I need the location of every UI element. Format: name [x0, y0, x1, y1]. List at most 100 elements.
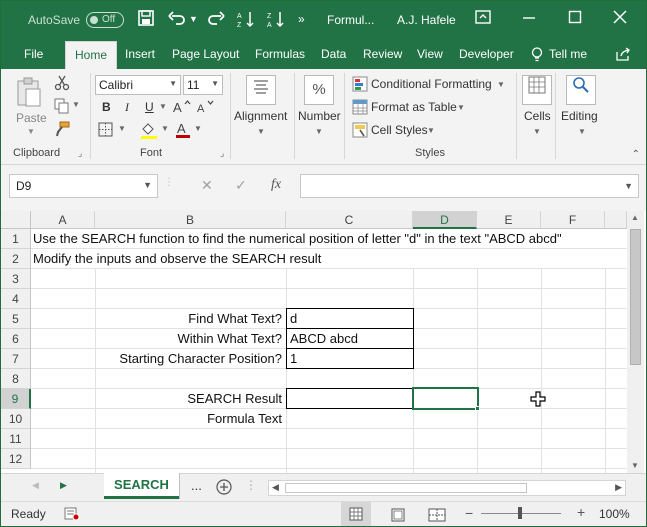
format-as-table-button[interactable]: Format as Table — [371, 100, 457, 114]
scroll-down-icon[interactable]: ▼ — [631, 461, 639, 470]
decrease-font-size-icon[interactable]: A — [197, 99, 215, 118]
number-dropdown-icon[interactable]: ▼ — [315, 127, 323, 136]
horizontal-scroll-thumb[interactable] — [285, 483, 527, 493]
scroll-right-icon[interactable]: ▶ — [615, 482, 622, 493]
minimize-icon[interactable] — [522, 10, 536, 29]
font-size-select[interactable]: 11 ▼ — [183, 75, 223, 95]
user-name[interactable]: A.J. Hafele — [397, 13, 456, 27]
cell-b10[interactable]: Formula Text — [95, 409, 282, 429]
paste-icon[interactable] — [15, 77, 43, 112]
editing-button[interactable]: Editing — [561, 109, 598, 123]
formula-input[interactable]: ▼ — [300, 174, 639, 198]
expand-formula-bar-icon[interactable]: ▼ — [624, 181, 633, 191]
redo-icon[interactable] — [207, 10, 225, 31]
cell-c7[interactable]: 1 — [290, 349, 297, 369]
fill-color-icon[interactable] — [140, 121, 158, 142]
enter-icon[interactable]: ✓ — [235, 177, 247, 194]
zoom-level[interactable]: 100% — [599, 507, 630, 521]
column-header-a[interactable]: A — [31, 211, 95, 229]
alignment-dropdown-icon[interactable]: ▼ — [257, 127, 265, 136]
cell-c5[interactable]: d — [290, 309, 297, 329]
row-header-8[interactable]: 8 — [1, 369, 31, 389]
cell-b9[interactable]: SEARCH Result — [95, 389, 282, 409]
cell-styles-button[interactable]: Cell Styles — [371, 123, 428, 137]
zoom-slider-handle[interactable] — [518, 507, 522, 519]
paste-button[interactable]: Paste — [16, 111, 47, 125]
share-icon[interactable] — [615, 47, 631, 64]
row-header-12[interactable]: 12 — [1, 449, 31, 469]
tab-insert[interactable]: Insert — [125, 47, 155, 61]
row-header-7[interactable]: 7 — [1, 349, 31, 369]
cells-dropdown-icon[interactable]: ▼ — [533, 127, 541, 136]
name-box[interactable]: D9 ▼ — [9, 174, 158, 198]
column-header-f[interactable]: F — [541, 211, 605, 229]
editing-dropdown-icon[interactable]: ▼ — [578, 127, 586, 136]
close-icon[interactable] — [613, 10, 627, 29]
conditional-formatting-button[interactable]: Conditional Formatting — [371, 77, 492, 91]
sheet-prev-icon[interactable]: ◀ — [32, 480, 39, 491]
insert-function-button[interactable]: fx — [271, 177, 281, 193]
active-cell-d9[interactable] — [412, 387, 479, 410]
column-header-d[interactable]: D — [413, 211, 477, 229]
percent-icon[interactable]: % — [304, 75, 334, 105]
copy-dropdown-icon[interactable]: ▼ — [72, 100, 80, 109]
row-header-2[interactable]: 2 — [1, 249, 31, 269]
tab-data[interactable]: Data — [321, 47, 346, 61]
row-header-1[interactable]: 1 — [1, 229, 31, 249]
cell-a2[interactable]: Modify the inputs and observe the SEARCH… — [33, 249, 321, 269]
column-header-e[interactable]: E — [477, 211, 541, 229]
cell-b5[interactable]: Find What Text? — [95, 309, 282, 329]
bold-button[interactable]: B — [102, 100, 111, 114]
zoom-in-button[interactable]: + — [577, 504, 585, 520]
tab-view[interactable]: View — [417, 47, 443, 61]
cell-c6[interactable]: ABCD abcd — [290, 329, 358, 349]
cell-a1[interactable]: Use the SEARCH function to find the nume… — [33, 229, 562, 249]
cells-icon[interactable] — [522, 75, 552, 105]
borders-icon[interactable] — [98, 122, 113, 140]
row-header-9[interactable]: 9 — [1, 389, 31, 409]
tab-home[interactable]: Home — [65, 41, 118, 69]
cells-button[interactable]: Cells — [524, 109, 551, 123]
scroll-left-icon[interactable]: ◀ — [272, 482, 279, 493]
font-launcher-icon[interactable]: ⌟ — [220, 148, 224, 159]
add-sheet-icon[interactable] — [216, 479, 232, 498]
tab-review[interactable]: Review — [363, 47, 402, 61]
page-layout-view-button[interactable] — [391, 508, 405, 525]
undo-icon[interactable] — [168, 10, 186, 31]
save-icon[interactable] — [138, 10, 154, 31]
font-color-icon[interactable]: A — [175, 120, 191, 141]
row-header-6[interactable]: 6 — [1, 329, 31, 349]
tab-formulas[interactable]: Formulas — [255, 47, 305, 61]
column-header-b[interactable]: B — [95, 211, 286, 229]
underline-dropdown-icon[interactable]: ▼ — [159, 102, 167, 111]
cell-b7[interactable]: Starting Character Position? — [95, 349, 282, 369]
sheet-tab-search[interactable]: SEARCH — [104, 473, 179, 499]
normal-view-button[interactable] — [341, 502, 371, 526]
copy-icon[interactable] — [54, 98, 70, 117]
tab-page-layout[interactable]: Page Layout — [172, 47, 239, 61]
horizontal-scrollbar[interactable]: ◀ ▶ — [268, 480, 626, 496]
sort-descending-icon[interactable]: ZA — [267, 10, 285, 33]
clipboard-launcher-icon[interactable]: ⌟ — [78, 148, 82, 159]
split-handle-icon[interactable]: ⋮ — [245, 478, 257, 492]
row-header-10[interactable]: 10 — [1, 409, 31, 429]
format-painter-icon[interactable] — [54, 121, 70, 140]
maximize-icon[interactable] — [568, 10, 582, 29]
find-search-icon[interactable] — [566, 75, 596, 105]
tab-developer[interactable]: Developer — [459, 47, 514, 61]
collapse-ribbon-icon[interactable]: ⌃ — [632, 149, 640, 160]
sheet-next-icon[interactable]: ▶ — [60, 480, 67, 491]
borders-dropdown-icon[interactable]: ▼ — [118, 124, 126, 133]
vertical-scroll-thumb[interactable] — [630, 229, 641, 365]
scroll-up-icon[interactable]: ▲ — [631, 213, 639, 222]
column-header-c[interactable]: C — [286, 211, 413, 229]
cancel-icon[interactable]: ✕ — [201, 177, 213, 194]
autosave-toggle[interactable]: Off — [86, 12, 124, 28]
italic-button[interactable]: I — [125, 100, 129, 115]
cell-b6[interactable]: Within What Text? — [95, 329, 282, 349]
sort-ascending-icon[interactable]: AZ — [237, 10, 255, 33]
row-header-4[interactable]: 4 — [1, 289, 31, 309]
select-all-corner[interactable] — [1, 211, 31, 229]
undo-dropdown-icon[interactable]: ▼ — [189, 10, 198, 28]
tab-file[interactable]: File — [24, 47, 43, 61]
